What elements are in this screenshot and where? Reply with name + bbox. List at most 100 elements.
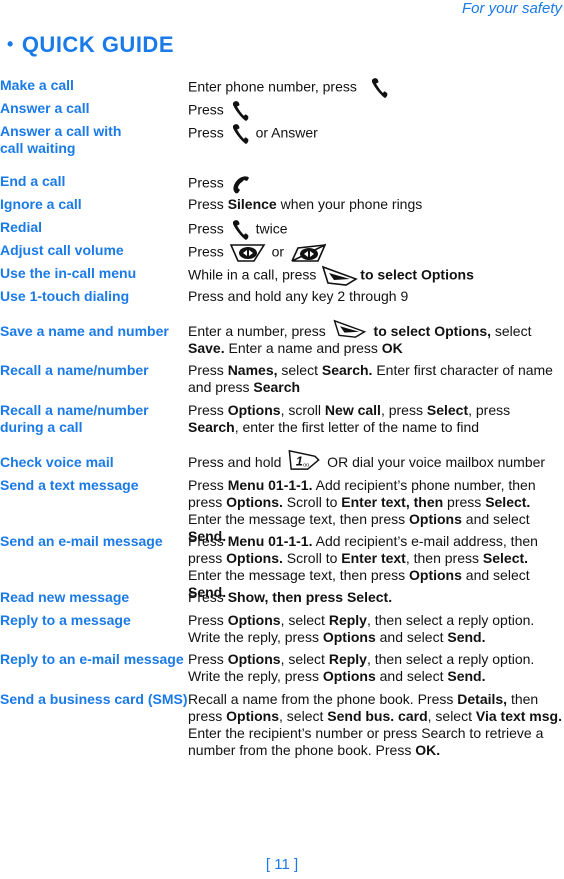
desc-text: Press [188,477,228,493]
row-desc: Press Show, then press Select. [188,589,563,606]
desc-keyword: Search. [321,362,373,378]
row-term: Send a business card (SMS) [0,691,188,707]
desc-text: Press [188,220,228,237]
desc-keyword: Reply [328,651,367,667]
row-term: Answer a call [0,100,90,116]
desc-text: While in a call, press [188,266,321,283]
desc-text: OR dial your voice mailbox number [323,454,546,470]
title-text: QUICK GUIDE [21,32,174,57]
desc-text: Press [188,612,228,628]
desc-text: Press [188,101,228,118]
desc-text: Enter a name and press [224,340,382,356]
desc-text: press [443,494,486,510]
desc-text: Enter the recipient’s number or press Se… [188,725,544,758]
desc-keyword: Show, then press Select. [227,589,393,605]
desc-keyword: to select Options [360,266,474,283]
desc-text: and select [375,629,448,645]
desc-text: , enter the first letter of the name to … [234,419,480,435]
desc-keyword: Options. [226,550,283,566]
desc-keyword: Options [409,511,462,527]
title-bullet: • [7,34,14,54]
row-term: Check voice mail [0,454,114,470]
desc-text: , press [468,402,511,418]
desc-keyword: Search [188,419,235,435]
desc-keyword: Silence [227,196,277,212]
desc-keyword: Save. [188,340,225,356]
desc-text: Press [188,124,228,141]
desc-keyword: Options [322,668,376,684]
row-desc: Press Options, select Reply, then select… [188,651,563,685]
page-title: • QUICK GUIDE [7,32,174,58]
row-desc: Press [188,100,563,122]
row-desc: Press or Answer [188,123,563,145]
desc-text: or [267,243,288,260]
row-term: Make a call [0,77,74,93]
desc-keyword: Enter text [341,550,406,566]
row-term: Answer a call with call waiting [0,123,122,156]
desc-text: Press [188,533,228,549]
desc-text: Press [188,174,228,191]
desc-text: Press [188,196,228,212]
desc-text: select [277,362,322,378]
desc-text: and select [375,668,448,684]
desc-keyword: Select [426,402,469,418]
row-term: Reply to a message [0,612,131,628]
desc-keyword: OK [381,340,403,356]
row-term: Redial [0,219,43,235]
selection-key-icon [322,265,358,287]
desc-keyword: Options [409,567,462,583]
desc-keyword: Select. [482,550,529,566]
desc-keyword: Send bus. card [327,708,428,724]
desc-text: , select [280,612,329,628]
desc-keyword: Enter text, then [341,494,444,510]
desc-text: Enter the message text, then press [188,567,410,583]
call-key-icon [369,77,389,99]
row-desc: Enter a number, press to select Options,… [188,323,563,357]
row-desc: Press and hold any key 2 through 9 [188,288,563,305]
row-term: Recall a name/number during a call [0,402,149,435]
row-term: Recall a name/number [0,362,149,378]
desc-keyword: Details, [457,691,508,707]
desc-text: and select [461,511,530,527]
desc-keyword: Options [227,612,281,628]
row-term: Use the in-call menu [0,265,137,281]
desc-text: select [491,323,532,339]
desc-keyword: Options [322,629,376,645]
call-key-icon [230,219,250,241]
desc-text: , scroll [280,402,325,418]
desc-keyword: Options [227,651,281,667]
desc-keyword: Options [226,708,280,724]
desc-text: Press and hold any key 2 through 9 [188,288,409,304]
row-desc: While in a call, press to select Options [188,265,563,287]
row-desc: Recall a name from the phone book. Press… [188,691,563,759]
row-term: Read new message [0,589,130,605]
row-term: Ignore a call [0,196,82,212]
row-desc: Press Options, scroll New call, press Se… [188,402,563,436]
row-desc: Press [188,173,563,195]
desc-text: Press [188,589,228,605]
desc-text: Press and hold [188,454,286,470]
desc-text: Enter phone number, press [188,78,361,95]
desc-text: Enter the message text, then press [188,511,410,527]
page-number: [ 11 ] [265,856,299,873]
desc-keyword: Via text msg. [475,708,562,724]
desc-text: , then press [405,550,483,566]
desc-text: twice [251,220,288,237]
desc-text: Press [188,651,228,667]
row-desc: Press Names, select Search. Enter first … [188,362,563,396]
end-key-icon [230,173,250,195]
desc-keyword: New call [324,402,381,418]
selection-key-icon [332,319,368,339]
row-desc: Press Options, select Reply, then select… [188,612,563,646]
desc-text: , press [380,402,427,418]
desc-keyword: Select. [485,494,531,510]
desc-text: when your phone rings [276,196,423,212]
row-desc: Enter phone number, press [188,77,563,99]
desc-keyword: Menu 01-1-1. [227,533,313,549]
one-key-voicemail-icon [287,449,321,471]
desc-text: Enter a number, press [188,323,330,339]
scroll-left-volume-icon [290,242,326,264]
desc-keyword: Search [253,379,301,395]
row-desc: Press Silence when your phone rings [188,196,563,213]
row-term: Send an e-mail message [0,533,163,549]
